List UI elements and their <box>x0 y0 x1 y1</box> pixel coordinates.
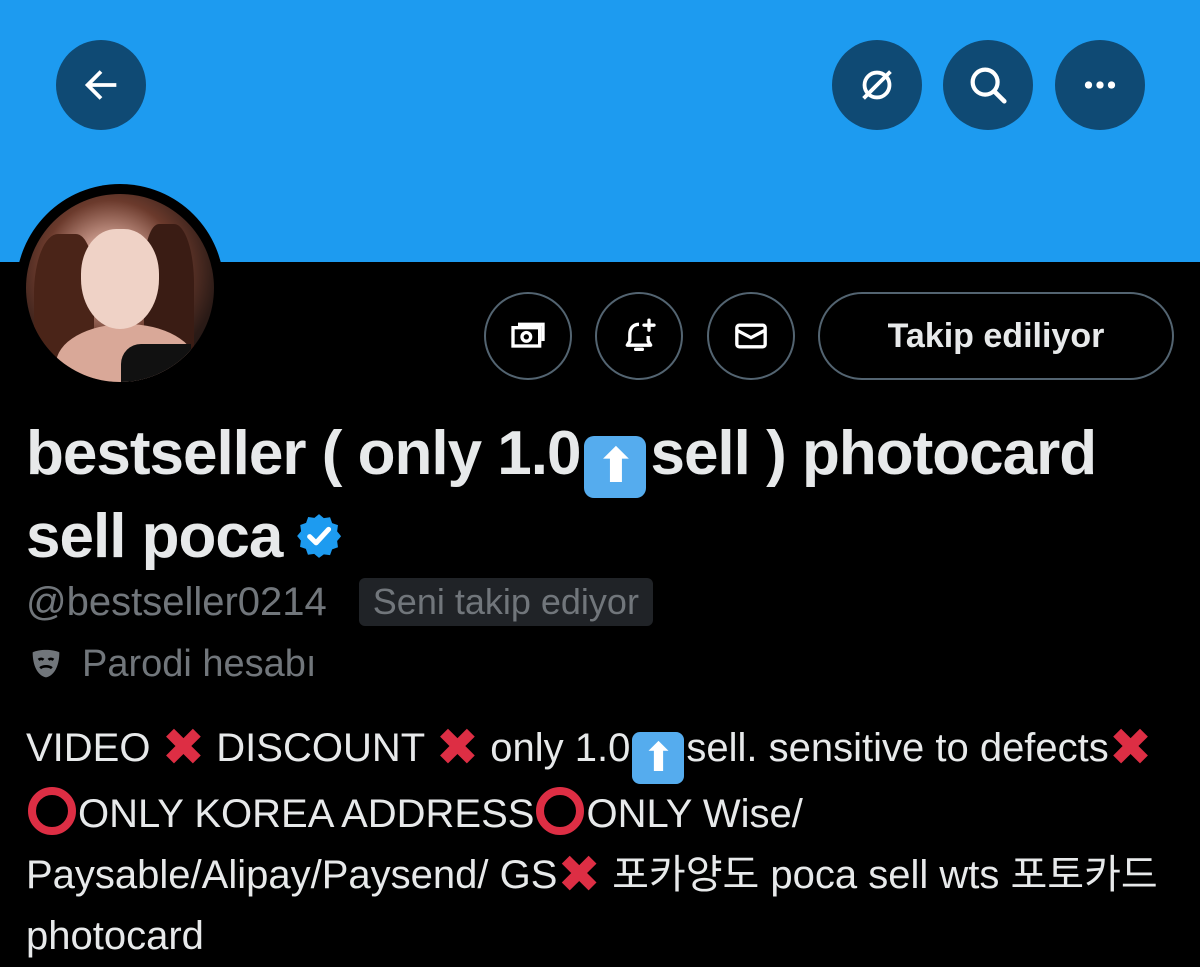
up-arrow-emoji-icon: ⬆ <box>632 732 685 784</box>
display-name: bestseller ( only 1.0 ⬆ sell ) photocard s… <box>26 415 1186 576</box>
more-button[interactable] <box>1055 40 1145 130</box>
up-arrow-emoji-icon: ⬆ <box>584 436 647 498</box>
bio-text: VIDEO <box>26 726 162 770</box>
avatar-image <box>26 194 214 382</box>
search-icon <box>970 67 1007 104</box>
bio-text: ONLY KOREA ADDRESS <box>78 792 535 836</box>
money-icon <box>511 322 545 348</box>
notifications-button[interactable] <box>595 292 683 380</box>
follows-you-badge: Seni takip ediyor <box>358 578 653 626</box>
bio-text: only 1.0 <box>479 726 631 770</box>
cross-mark-icon: ✖ <box>557 846 601 904</box>
bio-text: sell. sensitive to defects <box>686 726 1109 770</box>
hollow-circle-icon <box>536 787 585 835</box>
search-button[interactable] <box>943 40 1033 130</box>
following-button[interactable]: Takip ediliyor <box>818 292 1174 380</box>
avatar[interactable] <box>16 184 224 392</box>
grok-icon <box>862 70 892 100</box>
bio-text: DISCOUNT <box>205 726 436 770</box>
mask-icon <box>32 649 60 678</box>
cross-mark-icon: ✖ <box>161 719 206 777</box>
profile-bio: VIDEO ✖ DISCOUNT ✖ only 1.0 ⬆ sell. sensit… <box>26 718 1186 967</box>
display-name-part1: bestseller ( only 1.0 <box>26 419 581 488</box>
parody-label-row: Parodi hesabı <box>26 636 317 692</box>
hollow-circle-icon <box>28 787 76 835</box>
back-button[interactable] <box>56 40 146 130</box>
handle-row: @bestseller0214 Seni takip ediyor <box>26 574 653 630</box>
cross-mark-icon: ✖ <box>435 719 480 777</box>
grok-button[interactable] <box>832 40 922 130</box>
more-horizontal-icon <box>1084 81 1116 89</box>
bio-text <box>1152 726 1163 770</box>
subscribe-button[interactable] <box>484 292 572 380</box>
bell-plus-icon <box>625 318 656 351</box>
arrow-left-icon <box>84 70 117 100</box>
envelope-icon <box>735 323 767 349</box>
message-button[interactable] <box>707 292 795 380</box>
username-handle: @bestseller0214 <box>26 579 327 624</box>
cross-mark-icon: ✖ <box>1108 719 1153 777</box>
verified-badge-icon[interactable] <box>294 511 344 561</box>
parody-account-label: Parodi hesabı <box>82 642 317 685</box>
